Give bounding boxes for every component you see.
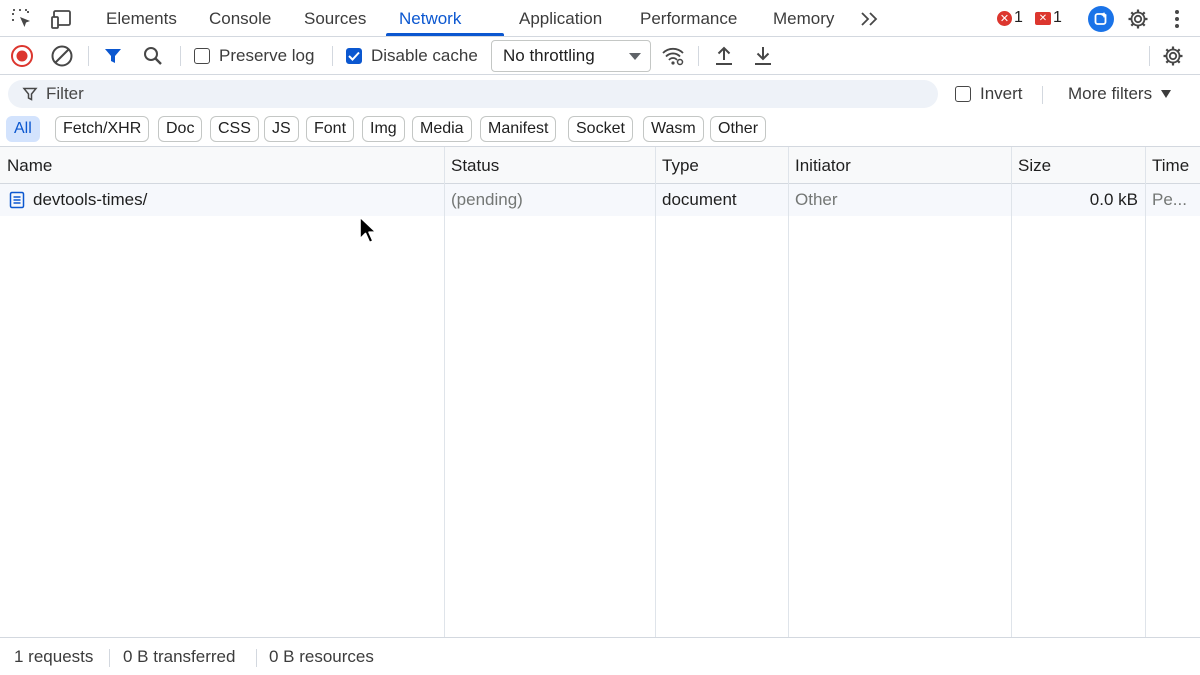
tab-network[interactable]: Network	[399, 0, 461, 37]
chip-all[interactable]: All	[6, 116, 40, 142]
filter-row: Filter Invert More filters	[0, 75, 1200, 113]
issue-count: 1	[1053, 9, 1062, 26]
error-badge[interactable]: ✕ 1	[997, 8, 1023, 28]
toolbar-divider	[698, 46, 699, 66]
network-conditions-icon[interactable]	[660, 43, 686, 69]
devtools-tabbar: Elements Console Sources Network Applica…	[0, 0, 1200, 37]
device-toolbar-icon[interactable]	[49, 6, 75, 32]
cell-time: Pe...	[1152, 190, 1187, 209]
resource-type-filters: All Fetch/XHR Doc CSS JS Font Img Media …	[0, 113, 1200, 146]
chip-wasm[interactable]: Wasm	[643, 116, 704, 142]
table-row[interactable]: devtools-times/ (pending) document Other…	[0, 184, 1200, 216]
record-icon[interactable]	[9, 43, 35, 69]
chip-doc[interactable]: Doc	[158, 116, 203, 142]
resources-size: 0 B resources	[269, 647, 374, 666]
toolbar-divider	[180, 46, 181, 66]
column-divider[interactable]	[444, 147, 445, 638]
cell-status: (pending)	[451, 190, 523, 209]
chip-other[interactable]: Other	[710, 116, 767, 142]
disable-cache-toggle[interactable]: Disable cache	[346, 46, 478, 66]
more-filters-button[interactable]: More filters	[1068, 84, 1172, 104]
column-divider[interactable]	[788, 147, 789, 638]
tab-performance[interactable]: Performance	[640, 0, 737, 37]
preserve-log-label: Preserve log	[219, 46, 315, 65]
cell-initiator: Other	[795, 190, 838, 209]
column-header-status[interactable]: Status	[444, 147, 499, 184]
request-name: devtools-times/	[33, 190, 148, 209]
document-icon	[9, 191, 25, 209]
tab-sources[interactable]: Sources	[304, 0, 366, 37]
chip-fetch-xhr[interactable]: Fetch/XHR	[55, 116, 150, 142]
tab-console[interactable]: Console	[209, 0, 271, 37]
kebab-menu-icon[interactable]	[1164, 6, 1190, 32]
tab-application[interactable]: Application	[519, 0, 602, 37]
disable-cache-checkbox[interactable]	[346, 48, 362, 64]
dropdown-arrow-icon	[1161, 90, 1172, 98]
toolbar-divider	[1149, 46, 1150, 66]
filter-funnel-icon	[22, 86, 38, 107]
network-settings-icon[interactable]	[1160, 43, 1186, 69]
cell-size: 0.0 kB	[1089, 190, 1138, 209]
requests-count: 1 requests	[14, 647, 94, 666]
filter-input[interactable]: Filter	[8, 80, 938, 108]
filter-icon[interactable]	[100, 43, 126, 69]
toolbar-divider	[88, 46, 89, 66]
tab-memory[interactable]: Memory	[773, 0, 834, 37]
network-summary-bar: 1 requests 0 B transferred 0 B resources	[0, 637, 1200, 675]
network-toolbar: Preserve log Disable cache No throttling	[0, 37, 1200, 75]
ai-assistant-icon[interactable]	[1088, 6, 1114, 32]
column-header-initiator[interactable]: Initiator	[788, 147, 851, 184]
search-icon[interactable]	[140, 43, 166, 69]
disable-cache-label: Disable cache	[371, 46, 478, 65]
chip-css[interactable]: CSS	[210, 116, 259, 142]
throttling-select[interactable]: No throttling	[491, 40, 651, 72]
summary-divider	[256, 649, 257, 667]
error-count: 1	[1014, 9, 1023, 26]
column-header-type[interactable]: Type	[655, 147, 699, 184]
preserve-log-checkbox[interactable]	[194, 48, 210, 64]
column-header-time[interactable]: Time	[1145, 147, 1189, 184]
transferred-size: 0 B transferred	[123, 647, 236, 666]
export-har-icon[interactable]	[750, 43, 776, 69]
chip-manifest[interactable]: Manifest	[480, 116, 557, 142]
cell-type: document	[662, 190, 737, 209]
column-divider[interactable]	[655, 147, 656, 638]
chevron-down-icon	[629, 53, 641, 60]
invert-toggle[interactable]: Invert	[955, 84, 1023, 104]
more-filters-label: More filters	[1068, 84, 1153, 103]
preserve-log-toggle[interactable]: Preserve log	[194, 46, 314, 66]
request-table: Name Status Type Initiator Size Time dev…	[0, 146, 1200, 638]
error-icon: ✕	[997, 10, 1012, 26]
chip-js[interactable]: JS	[264, 116, 299, 142]
settings-icon[interactable]	[1125, 6, 1151, 32]
table-header: Name Status Type Initiator Size Time	[0, 147, 1200, 184]
tab-elements[interactable]: Elements	[106, 0, 177, 37]
issue-badge[interactable]: ✕ 1	[1035, 8, 1062, 28]
throttling-value: No throttling	[503, 46, 595, 65]
chip-media[interactable]: Media	[412, 116, 472, 142]
column-divider[interactable]	[1145, 147, 1146, 638]
clear-icon[interactable]	[49, 43, 75, 69]
invert-checkbox[interactable]	[955, 86, 971, 102]
chip-socket[interactable]: Socket	[568, 116, 633, 142]
filter-divider	[1042, 86, 1043, 104]
chip-img[interactable]: Img	[362, 116, 405, 142]
issue-icon: ✕	[1035, 11, 1051, 25]
import-har-icon[interactable]	[711, 43, 737, 69]
chip-font[interactable]: Font	[306, 116, 355, 142]
cell-name: devtools-times/	[2, 184, 442, 216]
mouse-pointer-icon	[358, 215, 378, 250]
column-header-size[interactable]: Size	[1011, 147, 1051, 184]
toolbar-divider	[332, 46, 333, 66]
invert-label: Invert	[980, 84, 1023, 103]
active-tab-indicator	[386, 33, 504, 36]
summary-divider	[109, 649, 110, 667]
more-tabs-icon[interactable]	[856, 6, 882, 32]
column-divider[interactable]	[1011, 147, 1012, 638]
column-header-name[interactable]: Name	[0, 147, 52, 184]
inspect-element-icon[interactable]	[9, 6, 35, 32]
filter-placeholder: Filter	[46, 84, 84, 103]
